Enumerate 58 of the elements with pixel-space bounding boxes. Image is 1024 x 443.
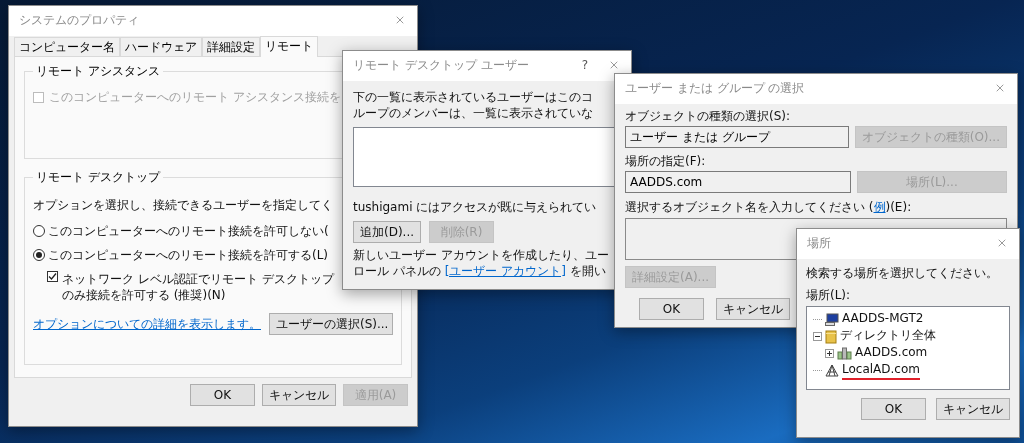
push-button[interactable]: OK [190,384,255,406]
radio-button[interactable] [33,225,45,237]
push-button[interactable]: 追加(D)... [353,221,422,243]
tree-item[interactable]: AADDS.com [855,344,928,363]
radio-label: このコンピューターへのリモート接続を許可する(L) [48,247,329,263]
tree-item[interactable]: AADDS-MGT2 [842,310,924,329]
instruction-text: 新しいユーザー アカウントを作成したり、ユー ロール パネルの [ユーザー アカウント] を開い [353,247,609,279]
group-title: リモート アシスタンス [35,63,161,79]
tree-line [813,319,822,320]
instruction-text: オプションを選択し、接続できるユーザーを指定してく [33,197,333,213]
field-label: オブジェクトの種類の選択(S): [625,108,791,124]
expand-toggle[interactable] [813,332,822,341]
network-icon [837,347,852,360]
access-note: tushigami にはアクセスが既に与えられてい [353,199,597,215]
push-button[interactable]: キャンセル [262,384,336,406]
window-title: ユーザー または グループ の選択 [625,80,806,96]
close-icon [608,59,620,71]
triangle-icon [825,364,839,377]
tab[interactable]: ハードウェア [120,37,202,56]
expand-toggle[interactable] [825,349,834,358]
push-button[interactable]: OK [861,398,926,420]
tree-line [813,370,822,371]
help-link[interactable]: オプションについての詳細を表示します。 [33,315,261,333]
radio-label: このコンピューターへのリモート接続を許可しない( [48,223,329,239]
push-button[interactable]: OK [639,298,704,320]
close-icon [394,14,406,26]
plus-icon [826,350,833,357]
computer-icon [825,313,839,326]
help-button[interactable]: ? [578,57,591,73]
window-title: 場所 [807,235,832,251]
push-button[interactable]: キャンセル [716,298,790,320]
group-title: リモート デスクトップ [35,169,162,185]
minus-icon [814,333,821,340]
tab[interactable]: リモート [260,36,318,57]
checkbox[interactable] [47,271,58,282]
radio-button[interactable] [33,249,45,261]
tab[interactable]: 詳細設定 [202,37,260,56]
tab[interactable]: コンピューター名 [14,37,120,56]
object-type-field[interactable]: ユーザー または グループ [625,126,849,148]
folder-icon [825,329,837,344]
instruction-text: 検索する場所を選択してください。 [806,265,998,281]
field-label: 場所の指定(F): [625,153,706,169]
tree-item[interactable]: ディレクトリ全体 [840,327,936,346]
close-icon [996,237,1008,249]
example-link[interactable]: 例 [873,200,886,214]
close-icon [994,82,1006,94]
push-button[interactable]: キャンセル [936,398,1010,420]
push-button[interactable]: ユーザーの選択(S)... [269,313,393,335]
window-title: リモート デスクトップ ユーザー [353,57,530,73]
checkbox-label: このコンピューターへのリモート アシスタンス接続を [49,89,341,105]
tree-item[interactable]: LocalAD.com [842,361,920,380]
location-field[interactable]: AADDS.com [625,171,851,193]
field-label: 選択するオブジェクト名を入力してください (例)(E): [625,199,912,215]
field-label: 場所(L): [806,287,851,303]
window-title: システムのプロパティ [19,12,140,28]
user-accounts-link[interactable]: [ユーザー アカウント] [444,264,566,278]
checkbox-label: ネットワーク レベル認証でリモート デスクトップ のみ接続を許可する (推奨)(N) [62,271,334,303]
instruction-text: 下の一覧に表示されているユーザーはこのコ ループのメンバーは、一覧に表示されていな [353,89,593,121]
